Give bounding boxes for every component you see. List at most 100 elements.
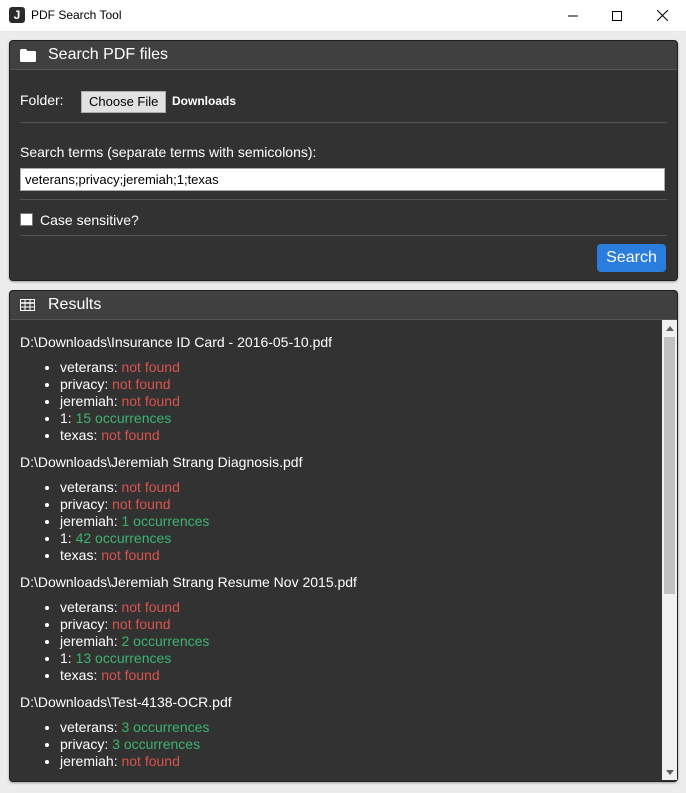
chevron-up-icon <box>665 325 674 331</box>
result-term-name: privacy <box>60 616 105 632</box>
result-term-separator: : <box>104 736 113 752</box>
results-list[interactable]: D:\Downloads\Insurance ID Card - 2016-05… <box>10 320 661 780</box>
result-term-separator: : <box>67 530 76 546</box>
divider <box>20 235 667 236</box>
result-file-block: D:\Downloads\Jeremiah Strang Diagnosis.p… <box>20 454 661 564</box>
result-term-name: 1 <box>60 410 68 426</box>
result-term-name: jeremiah <box>60 633 114 649</box>
window-title: PDF Search Tool <box>31 8 122 22</box>
result-term-status: not found <box>112 376 171 392</box>
result-file-path: D:\Downloads\Jeremiah Strang Diagnosis.p… <box>20 454 303 470</box>
result-term-list: veterans: not foundprivacy: not foundjer… <box>20 359 661 444</box>
close-button[interactable] <box>639 0 685 31</box>
results-panel: Results D:\Downloads\Insurance ID Card -… <box>9 290 678 782</box>
result-term-item: texas: not found <box>60 667 661 684</box>
result-term-item: veterans: not found <box>60 479 661 496</box>
result-term-item: jeremiah: 2 occurrences <box>60 633 661 650</box>
result-file-path: D:\Downloads\Insurance ID Card - 2016-05… <box>20 334 333 350</box>
result-term-name: 1 <box>60 650 68 666</box>
result-file-block: D:\Downloads\Jeremiah Strang Resume Nov … <box>20 574 661 684</box>
result-term-status: 3 occurrences <box>112 736 201 752</box>
result-term-name: veterans <box>60 599 114 615</box>
result-term-name: veterans <box>60 719 114 735</box>
case-sensitive-checkbox[interactable] <box>20 213 33 226</box>
result-file-path: D:\Downloads\Jeremiah Strang Resume Nov … <box>20 574 357 590</box>
divider <box>20 122 667 123</box>
search-panel-header: Search PDF files <box>10 41 677 70</box>
results-scrollbar[interactable] <box>662 320 677 780</box>
result-term-name: jeremiah <box>60 393 114 409</box>
folder-label: Folder: <box>20 92 64 108</box>
maximize-button[interactable] <box>594 0 640 31</box>
scroll-up-button[interactable] <box>662 320 677 336</box>
result-term-item: privacy: not found <box>60 616 661 633</box>
search-button[interactable]: Search <box>597 244 666 272</box>
result-term-name: privacy <box>60 376 105 392</box>
result-term-status: 15 occurrences <box>75 410 172 426</box>
result-term-status: not found <box>112 496 171 512</box>
maximize-icon <box>612 10 622 21</box>
result-term-item: veterans: not found <box>60 359 661 376</box>
result-term-list: veterans: 3 occurrencesprivacy: 3 occurr… <box>20 719 661 770</box>
result-term-status: not found <box>121 359 180 375</box>
result-term-separator: : <box>67 650 76 666</box>
case-sensitive-label[interactable]: Case sensitive? <box>40 212 139 228</box>
result-term-separator: : <box>104 376 113 392</box>
title-bar: J PDF Search Tool <box>0 0 686 32</box>
scroll-thumb[interactable] <box>664 337 675 594</box>
results-panel-header: Results <box>10 291 677 320</box>
result-term-status: 3 occurrences <box>121 719 210 735</box>
result-term-status: not found <box>101 547 160 563</box>
result-term-status: not found <box>101 667 160 683</box>
result-term-item: texas: not found <box>60 547 661 564</box>
result-term-item: texas: not found <box>60 427 661 444</box>
result-term-status: not found <box>121 393 180 409</box>
chevron-down-icon <box>665 769 674 775</box>
result-term-list: veterans: not foundprivacy: not foundjer… <box>20 599 661 684</box>
minimize-button[interactable] <box>550 0 596 31</box>
result-term-item: 1: 13 occurrences <box>60 650 661 667</box>
divider <box>20 199 667 200</box>
folder-icon <box>20 48 38 62</box>
result-term-item: 1: 15 occurrences <box>60 410 661 427</box>
result-term-status: 2 occurrences <box>121 633 210 649</box>
result-term-list: veterans: not foundprivacy: not foundjer… <box>20 479 661 564</box>
results-content: D:\Downloads\Insurance ID Card - 2016-05… <box>10 320 661 770</box>
result-term-name: jeremiah <box>60 513 114 529</box>
result-term-item: privacy: not found <box>60 376 661 393</box>
result-term-status: not found <box>121 479 180 495</box>
table-icon <box>20 298 38 312</box>
search-panel: Search PDF files Folder: Choose File Dow… <box>9 40 678 281</box>
result-term-item: veterans: 3 occurrences <box>60 719 661 736</box>
scroll-down-button[interactable] <box>662 764 677 780</box>
result-term-item: privacy: not found <box>60 496 661 513</box>
choose-file-button[interactable]: Choose File <box>81 91 167 113</box>
result-file-block: D:\Downloads\Test-4138-OCR.pdf veterans: … <box>20 694 661 770</box>
result-term-separator: : <box>104 496 113 512</box>
minimize-icon <box>568 15 578 16</box>
result-term-status: not found <box>121 599 180 615</box>
result-term-status: not found <box>112 616 171 632</box>
result-term-status: 13 occurrences <box>75 650 172 666</box>
result-term-status: not found <box>101 427 160 443</box>
result-term-status: 42 occurrences <box>75 530 172 546</box>
window-body: Search PDF files Folder: Choose File Dow… <box>0 32 686 793</box>
result-term-name: privacy <box>60 496 105 512</box>
search-terms-label: Search terms (separate terms with semico… <box>20 144 317 160</box>
result-term-separator: : <box>104 616 113 632</box>
result-term-name: privacy <box>60 736 105 752</box>
result-term-item: 1: 42 occurrences <box>60 530 661 547</box>
result-term-item: jeremiah: not found <box>60 753 661 770</box>
result-term-name: 1 <box>60 530 68 546</box>
result-term-item: privacy: 3 occurrences <box>60 736 661 753</box>
folder-name: Downloads <box>172 94 237 108</box>
result-term-item: jeremiah: not found <box>60 393 661 410</box>
result-term-item: veterans: not found <box>60 599 661 616</box>
results-panel-title: Results <box>48 296 102 313</box>
result-term-item: jeremiah: 1 occurrences <box>60 513 661 530</box>
search-terms-input[interactable]: veterans;privacy;jeremiah;1;texas <box>20 168 665 191</box>
result-term-name: jeremiah <box>60 753 114 769</box>
result-term-status: not found <box>121 753 180 769</box>
search-panel-title: Search PDF files <box>48 46 169 63</box>
result-term-status: 1 occurrences <box>121 513 210 529</box>
